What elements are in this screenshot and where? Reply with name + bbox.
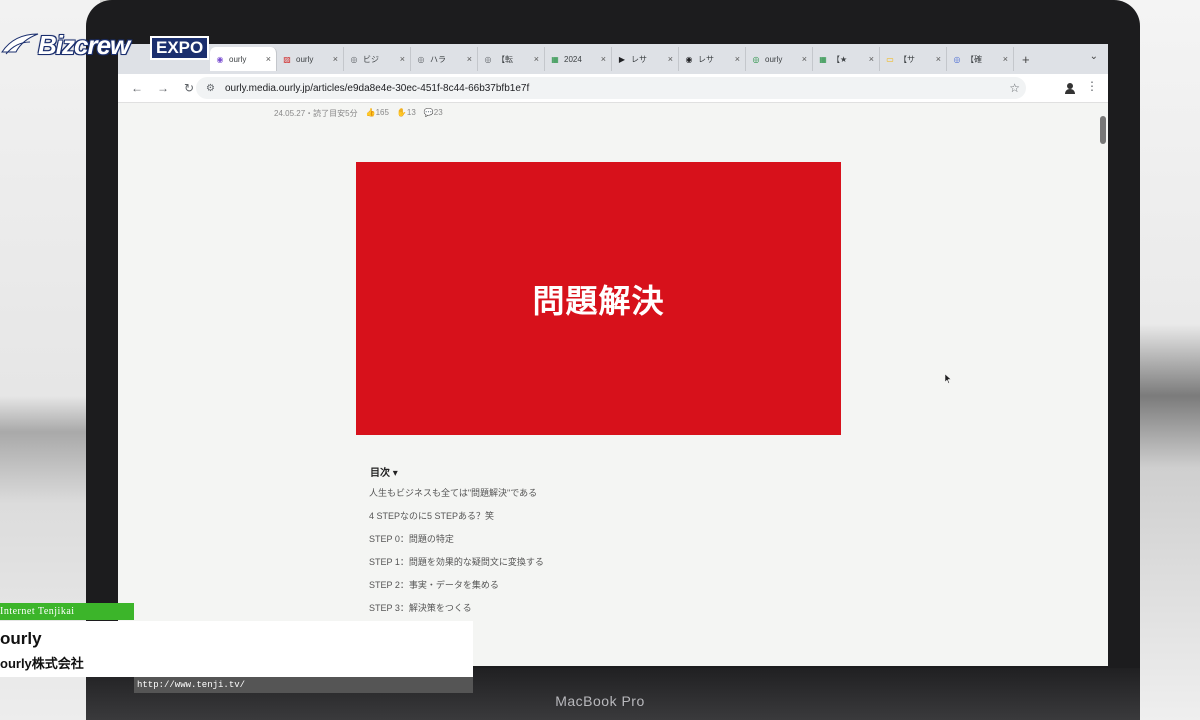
play-icon: ▶ [618, 54, 626, 64]
globe-icon: ◎ [350, 54, 358, 64]
tab-label: 【★ [832, 54, 848, 64]
tab-7[interactable]: ◉ レサ × [679, 47, 746, 71]
new-tab-button[interactable]: + [1022, 52, 1030, 67]
hero-title: 問題解決 [532, 282, 665, 319]
tab-label: レサ [698, 54, 714, 64]
tab-label: ourly [765, 54, 783, 64]
site-url: http://www.tenji.tv/ [134, 677, 473, 693]
globe-icon: ◎ [484, 54, 492, 64]
tab-close-icon[interactable]: × [601, 54, 606, 64]
tab-close-icon[interactable]: × [869, 54, 874, 64]
tab-2[interactable]: ◎ ビジ × [344, 47, 411, 71]
bizcrew-expo-logo: Bizcrew EXPO [0, 28, 216, 64]
hero-image: 問題解決 [356, 162, 841, 435]
globe-icon: ◎ [417, 54, 425, 64]
like-icon[interactable]: 👍 [366, 108, 376, 117]
ourly-stripe-icon: ▨ [283, 54, 291, 64]
forward-icon[interactable]: → [156, 81, 170, 95]
toc-item[interactable]: STEP 1：問題を効果的な疑問文に変換する [369, 556, 544, 579]
toc-toggle[interactable]: 目次 ▾ [370, 464, 398, 479]
play-circle-icon: ◉ [685, 54, 693, 64]
tab-search-button[interactable]: ⌄ [1090, 51, 1098, 62]
tab-close-icon[interactable]: × [668, 54, 673, 64]
tab-label: ビジ [363, 54, 379, 64]
article-meta: 24.05.27・読了目安5分 👍165 ✋13 💬23 [274, 108, 443, 119]
tab-close-icon[interactable]: × [266, 54, 271, 64]
read-time: ・読了目安5分 [305, 109, 358, 118]
tab-close-icon[interactable]: × [333, 54, 338, 64]
tab-label: 【転 [497, 54, 513, 64]
browser-window: ◉ ourly × ▨ ourly × ◎ ビジ × ◎ ハラ × ◎ 【転 × ▦ 2024 × ▶ レサ × ◉ レサ ×… [118, 44, 1108, 666]
tab-label: レサ [631, 54, 647, 64]
sheets-icon: ▦ [819, 54, 827, 64]
clap-count: 13 [406, 108, 416, 117]
tab-0[interactable]: ◉ ourly × [210, 47, 277, 71]
tab-close-icon[interactable]: × [400, 54, 405, 64]
slides-icon: ▭ [886, 54, 894, 64]
clap-icon[interactable]: ✋ [397, 108, 407, 117]
toc-item[interactable]: STEP 0：問題の特定 [369, 533, 544, 556]
tab-9[interactable]: ▦ 【★ × [813, 47, 880, 71]
site-info-icon[interactable]: ⚙ [206, 83, 215, 94]
tab-11[interactable]: ◎ 【確 × [947, 47, 1014, 71]
tab-close-icon[interactable]: × [1003, 54, 1008, 64]
comment-icon[interactable]: 💬 [424, 108, 434, 117]
tab-8[interactable]: ◎ ourly × [746, 47, 813, 71]
article-date: 24.05.27 [274, 109, 306, 118]
profile-avatar-icon[interactable] [1063, 81, 1077, 95]
ourly-icon: ◉ [216, 54, 224, 64]
globe-icon: ◎ [752, 54, 760, 64]
tab-close-icon[interactable]: × [802, 54, 807, 64]
device-label: MacBook Pro [555, 693, 645, 709]
tab-label: 【確 [966, 54, 982, 64]
sheets-icon: ▦ [551, 54, 559, 64]
tab-strip: ◉ ourly × ▨ ourly × ◎ ビジ × ◎ ハラ × ◎ 【転 × ▦ 2024 × ▶ レサ × ◉ レサ ×… [118, 44, 1108, 74]
caret-down-icon: ▾ [392, 468, 398, 479]
reload-icon[interactable]: ↻ [182, 81, 196, 95]
tab-10[interactable]: ▭ 【サ × [880, 47, 947, 71]
tab-label: ourly [296, 54, 314, 64]
address-bar[interactable]: ⚙ ourly.media.ourly.jp/articles/e9da8e4e… [196, 77, 1026, 99]
tab-close-icon[interactable]: × [936, 54, 941, 64]
url-text: ourly.media.ourly.jp/articles/e9da8e4e-3… [224, 82, 530, 94]
logo-expo-badge: EXPO [150, 36, 210, 60]
company-name: ourly株式会社 [0, 656, 84, 671]
tab-6[interactable]: ▶ レサ × [612, 47, 679, 71]
scrollbar-thumb[interactable] [1100, 116, 1106, 144]
section-tag: Internet Tenjikai [0, 603, 134, 620]
tab-5[interactable]: ▦ 2024 × [545, 47, 612, 71]
wing-logo-icon [1, 33, 39, 55]
bookmark-star-icon[interactable]: ☆ [1009, 81, 1020, 95]
menu-kebab-icon[interactable]: ⋮ [1086, 79, 1098, 93]
browser-toolbar: ← → ↻ ⚙ ourly.media.ourly.jp/articles/e9… [118, 74, 1108, 103]
tab-close-icon[interactable]: × [467, 54, 472, 64]
tab-1[interactable]: ▨ ourly × [277, 47, 344, 71]
like-count: 165 [375, 108, 389, 117]
tab-close-icon[interactable]: × [735, 54, 740, 64]
toc-item[interactable]: 4 STEPなのに5 STEPある？笑 [369, 510, 544, 533]
mouse-cursor-icon [945, 374, 951, 384]
comment-count: 23 [433, 108, 443, 117]
tab-label: ハラ [430, 54, 446, 64]
tab-4[interactable]: ◎ 【転 × [478, 47, 545, 71]
globe-icon: ◎ [953, 54, 961, 64]
tab-3[interactable]: ◎ ハラ × [411, 47, 478, 71]
back-icon[interactable]: ← [130, 81, 144, 95]
toc-item[interactable]: 人生もビジネスも全ては"問題解決"である [369, 487, 544, 510]
tab-label: ourly [229, 54, 247, 64]
tab-close-icon[interactable]: × [534, 54, 539, 64]
tab-label: 【サ [899, 54, 915, 64]
toc-label: 目次 [370, 468, 390, 479]
tab-label: 2024 [564, 54, 582, 64]
toc-item[interactable]: STEP 2：事実・データを集める [369, 579, 544, 602]
exhibitor-name: ourly [0, 629, 42, 648]
logo-main-text: Bizcrew [38, 30, 130, 60]
